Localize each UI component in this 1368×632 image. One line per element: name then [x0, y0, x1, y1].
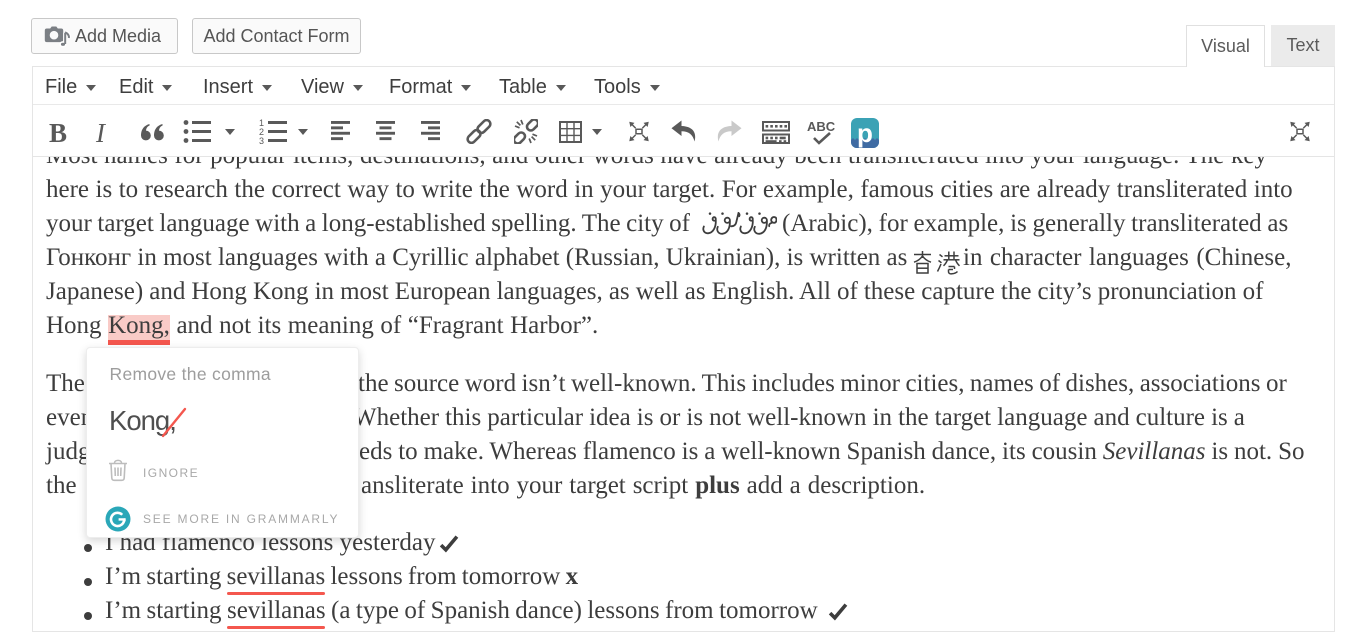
- svg-text:3: 3: [259, 136, 264, 145]
- svg-text:p: p: [857, 118, 873, 148]
